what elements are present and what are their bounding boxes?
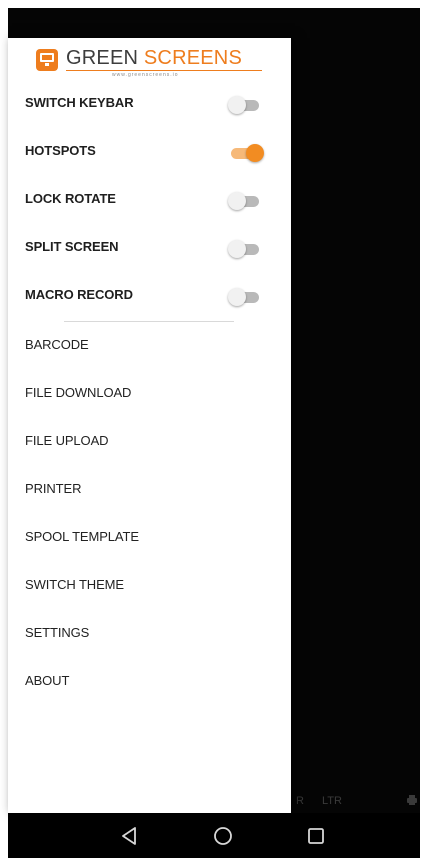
menu-barcode[interactable]: BARCODE (8, 326, 291, 366)
right-border (420, 8, 428, 858)
partial-label: R (296, 795, 304, 807)
menu-spool-template[interactable]: SPOOL TEMPLATE (8, 518, 291, 558)
menu-divider (64, 321, 234, 322)
back-triangle-icon (122, 827, 136, 845)
home-button[interactable] (193, 813, 253, 858)
menu-split-screen[interactable]: SPLIT SCREEN (8, 228, 291, 268)
logo-text-screens: SCREENS (143, 47, 242, 69)
hotspots-toggle[interactable] (226, 143, 264, 163)
monitor-logo-icon (36, 49, 58, 71)
menu-switch-theme[interactable]: SWITCH THEME (8, 566, 291, 606)
logo-underline (66, 70, 262, 71)
menu-switch-keybar[interactable]: SWITCH KEYBAR (8, 84, 291, 124)
logo-text-green: GREEN (66, 47, 139, 69)
menu-label: PRINTER (25, 481, 82, 496)
macro-record-toggle[interactable] (226, 287, 264, 307)
menu-hotspots[interactable]: HOTSPOTS (8, 132, 291, 172)
switch-keybar-toggle[interactable] (226, 95, 264, 115)
menu-label: SPOOL TEMPLATE (25, 529, 139, 544)
menu-file-download[interactable]: FILE DOWNLOAD (8, 374, 291, 414)
left-border (0, 8, 8, 858)
menu-label: SWITCH KEYBAR (25, 95, 134, 110)
android-navigation-bar (8, 813, 420, 858)
menu-printer[interactable]: PRINTER (8, 470, 291, 510)
menu-label: MACRO RECORD (25, 287, 133, 302)
terminal-bottom-bar: R LTR (290, 790, 420, 813)
greenscreens-logo: GREEN SCREENS www.greenscreens.io (36, 46, 266, 78)
lock-rotate-toggle[interactable] (226, 191, 264, 211)
menu-label: SWITCH THEME (25, 577, 124, 592)
logo-wordmark: GREEN SCREENS (66, 47, 242, 70)
menu-label: ABOUT (25, 673, 70, 688)
menu-label: LOCK ROTATE (25, 191, 116, 206)
menu-label: FILE UPLOAD (25, 433, 109, 448)
printer-icon[interactable] (406, 794, 418, 806)
recents-button[interactable] (286, 813, 346, 858)
menu-about[interactable]: ABOUT (8, 662, 291, 702)
menu-label: SETTINGS (25, 625, 90, 640)
menu-lock-rotate[interactable]: LOCK ROTATE (8, 180, 291, 220)
back-button[interactable] (100, 813, 160, 858)
menu-settings[interactable]: SETTINGS (8, 614, 291, 654)
ltr-button[interactable]: LTR (322, 795, 342, 807)
menu-label: FILE DOWNLOAD (25, 385, 132, 400)
menu-macro-record[interactable]: MACRO RECORD (8, 276, 291, 316)
home-circle-icon (214, 827, 232, 845)
navigation-drawer: GREEN SCREENS www.greenscreens.io SWITCH… (8, 38, 291, 813)
split-screen-toggle[interactable] (226, 239, 264, 259)
menu-label: BARCODE (25, 337, 89, 352)
recents-square-icon (308, 828, 324, 844)
menu-label: HOTSPOTS (25, 143, 96, 158)
phone-screen: R LTR GREEN SCREENS www.greenscreens.io … (0, 0, 428, 858)
top-border (0, 0, 428, 8)
menu-file-upload[interactable]: FILE UPLOAD (8, 422, 291, 462)
menu-label: SPLIT SCREEN (25, 239, 119, 254)
logo-subtitle: www.greenscreens.io (112, 72, 179, 78)
